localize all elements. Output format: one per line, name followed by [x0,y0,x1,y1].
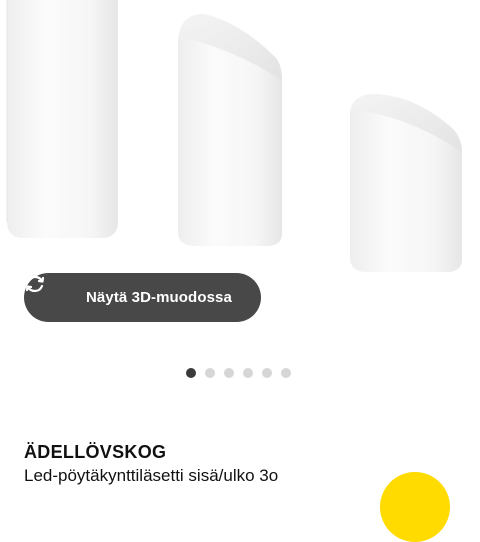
price-badge [380,472,450,542]
pagination-dot[interactable] [205,368,215,378]
rotate-3d-icon [25,275,72,309]
candle-right [350,94,462,272]
product-name: ÄDELLÖVSKOG [24,442,167,462]
product-image-gallery[interactable]: Näytä 3D-muodossa [0,0,480,360]
pagination-dot[interactable] [224,368,234,378]
pagination-dot[interactable] [243,368,253,378]
pagination-dot[interactable] [186,368,196,378]
view-3d-button-label: Näytä 3D-muodossa [86,289,232,306]
pagination-dot[interactable] [281,368,291,378]
view-3d-button[interactable]: Näytä 3D-muodossa [24,273,261,322]
image-pagination-dots[interactable] [0,368,480,378]
candle-left [6,0,118,238]
pagination-dot[interactable] [262,368,272,378]
product-description: Led-pöytäkynttiläsetti sisä/ulko 3o [24,466,279,485]
candle-middle [178,14,282,246]
